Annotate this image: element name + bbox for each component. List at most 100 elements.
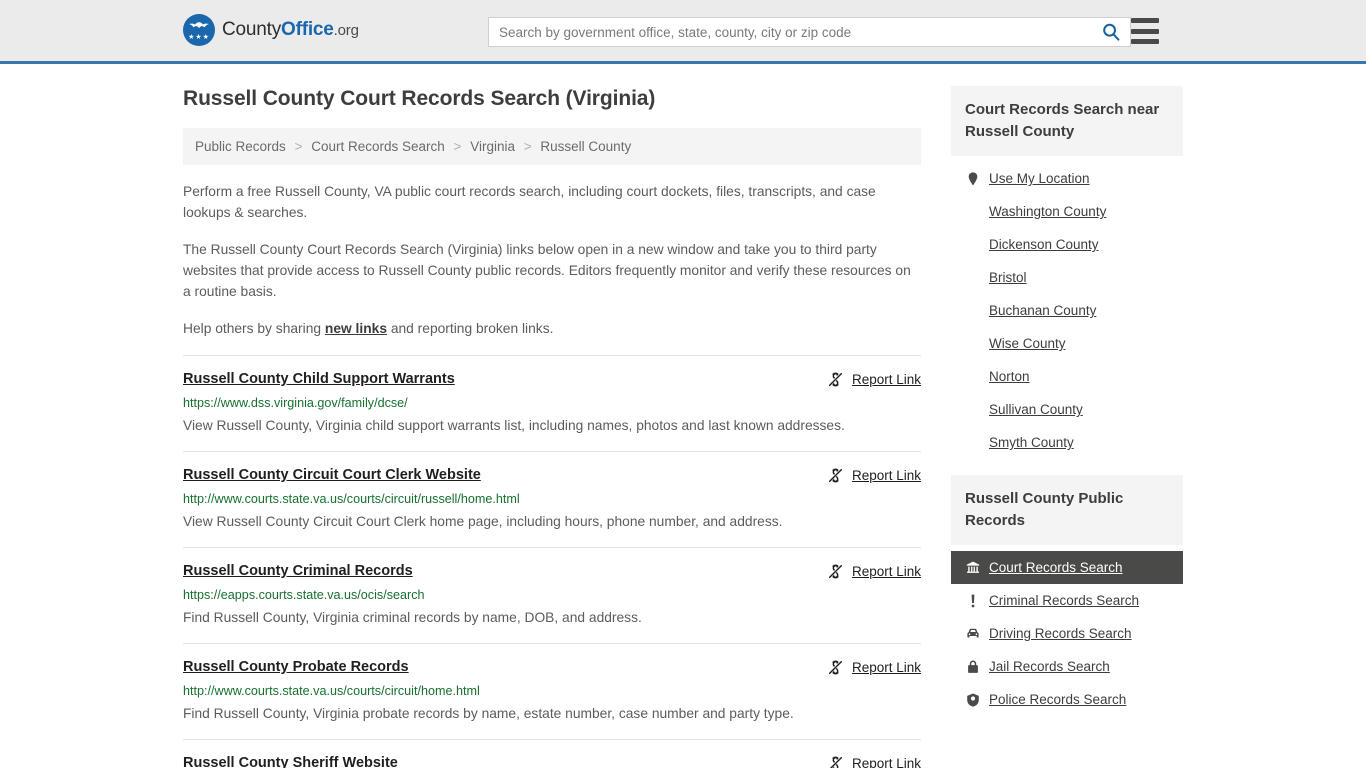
result-header: Russell County Probate Records Report Lin… [183,658,921,677]
eagle-seal-icon: ★★★ [183,14,215,46]
list-item: Norton [951,360,1183,393]
result-header: Russell County Circuit Court Clerk Websi… [183,466,921,485]
breadcrumb-item-1[interactable]: Court Records Search [311,139,445,154]
list-item: Criminal Records Search [951,584,1183,617]
public-records-heading: Russell County Public Records [951,475,1183,545]
list-item: Sullivan County [951,393,1183,426]
sidebar-item-label: Buchanan County [989,303,1097,318]
share-prefix: Help others by sharing [183,321,325,336]
courthouse-icon [966,561,979,573]
sidebar-item-washington-county[interactable]: Washington County [951,195,1183,228]
sidebar-item-jail-records-search[interactable]: Jail Records Search [951,650,1183,683]
public-records-box: Russell County Public Records Court Reco… [951,475,1183,716]
stars-glyph: ★★★ [188,34,210,41]
exclamation-icon [971,594,974,607]
result-title-link[interactable]: Russell County Probate Records [183,658,409,677]
sidebar-item-label: Driving Records Search [989,626,1132,641]
broken-link-icon [828,660,843,675]
result-title-link[interactable]: Russell County Criminal Records [183,562,413,581]
result-title-link[interactable]: Russell County Sheriff Website [183,754,398,768]
report-link-label: Report Link [851,660,921,675]
report-link-button[interactable]: Report Link [827,658,921,676]
intro-text: Perform a free Russell County, VA public… [183,181,921,339]
sidebar-item-label: Norton [989,369,1030,384]
search-input[interactable] [489,18,1092,46]
report-link-button[interactable]: Report Link [827,562,921,580]
brand-part-county: County [222,19,282,40]
list-item: Driving Records Search [951,617,1183,650]
map-pin-icon [968,171,977,185]
sidebar-item-label: Use My Location [989,171,1090,186]
sidebar-item-dickenson-county[interactable]: Dickenson County [951,228,1183,261]
brand-part-org: .org [333,22,359,39]
sidebar-item-norton[interactable]: Norton [951,360,1183,393]
breadcrumb-item-3[interactable]: Russell County [540,139,631,154]
sidebar-item-label: Dickenson County [989,237,1099,252]
result-header: Russell County Sheriff Website Report Lin… [183,754,921,768]
report-link-button[interactable]: Report Link [827,370,921,388]
search-icon [1103,23,1120,41]
sidebar-item-wise-county[interactable]: Wise County [951,327,1183,360]
car-icon [965,627,980,641]
result-description: Find Russell County, Virginia criminal r… [183,610,642,625]
sidebar-item-use-my-location[interactable]: Use My Location [951,162,1183,195]
nearby-searches-heading: Court Records Search near Russell County [951,86,1183,156]
list-item: Court Records Search [951,551,1183,584]
result-description: View Russell County Circuit Court Clerk … [183,514,783,529]
list-item: Jail Records Search [951,650,1183,683]
menu-bar-1 [1131,18,1159,23]
lock-icon [965,660,980,674]
share-links-paragraph: Help others by sharing new links and rep… [183,318,921,339]
report-link-button[interactable]: Report Link [827,466,921,484]
sidebar-item-criminal-records-search[interactable]: Criminal Records Search [951,584,1183,617]
breadcrumb: Public Records > Court Records Search > … [183,128,921,165]
result-url: https://www.dss.virginia.gov/family/dcse… [183,396,408,410]
report-link-button[interactable]: Report Link [827,754,921,768]
report-link-label: Report Link [851,756,921,768]
broken-link-icon [828,564,843,579]
result-url: http://www.courts.state.va.us/courts/cir… [183,684,480,698]
report-link-label: Report Link [851,564,921,579]
nearby-searches-list: Use My Location Washington County Dickenso… [951,156,1183,459]
sidebar-item-driving-records-search[interactable]: Driving Records Search [951,617,1183,650]
result-description: Find Russell County, Virginia probate re… [183,706,794,721]
page-body: Russell County Court Records Search (Vir… [183,64,1183,768]
share-suffix: and reporting broken links. [387,321,554,336]
intro-paragraph-1: The Russell County Court Records Search … [183,242,911,299]
hamburger-menu-icon[interactable] [1131,18,1159,44]
sidebar-item-bristol[interactable]: Bristol [951,261,1183,294]
breadcrumb-item-2[interactable]: Virginia [470,139,515,154]
car-icon [966,628,979,637]
result-title-link[interactable]: Russell County Circuit Court Clerk Websi… [183,466,481,485]
result-item: Russell County Circuit Court Clerk Websi… [183,451,921,547]
sidebar-item-smyth-county[interactable]: Smyth County [951,426,1183,459]
nearby-searches-box: Court Records Search near Russell County… [951,86,1183,459]
search-button[interactable] [1092,18,1130,46]
breadcrumb-item-0[interactable]: Public Records [195,139,286,154]
sidebar-item-label: Jail Records Search [989,659,1110,674]
eagle-glyph [189,22,209,28]
new-links-link[interactable]: new links [325,321,387,336]
sidebar-item-sullivan-county[interactable]: Sullivan County [951,393,1183,426]
sidebar-item-label: Police Records Search [989,692,1127,707]
site-logo[interactable]: ★★★ CountyOffice.org [183,14,359,46]
result-title-link[interactable]: Russell County Child Support Warrants [183,370,455,389]
public-records-list: Court Records Search Criminal Records Sea… [951,545,1183,716]
site-header: ★★★ CountyOffice.org [0,0,1366,64]
list-item: Use My Location [951,162,1183,195]
courthouse-icon [965,561,980,575]
sidebar-item-label: Court Records Search [989,560,1123,575]
list-item: Bristol [951,261,1183,294]
lock-icon [967,660,978,673]
sidebar-item-police-records-search[interactable]: Police Records Search [951,683,1183,716]
exclamation-icon [965,594,980,608]
report-link-label: Report Link [851,372,921,387]
sidebar-item-court-records-search[interactable]: Court Records Search [951,551,1183,584]
page-title: Russell County Court Records Search (Vir… [183,87,656,110]
search-bar[interactable] [488,17,1131,47]
site-logo-text: CountyOffice.org [222,19,359,41]
results-list: Russell County Child Support Warrants Rep… [183,355,921,768]
broken-link-icon [828,468,843,483]
brand-part-office: Office [281,19,334,40]
sidebar-item-buchanan-county[interactable]: Buchanan County [951,294,1183,327]
